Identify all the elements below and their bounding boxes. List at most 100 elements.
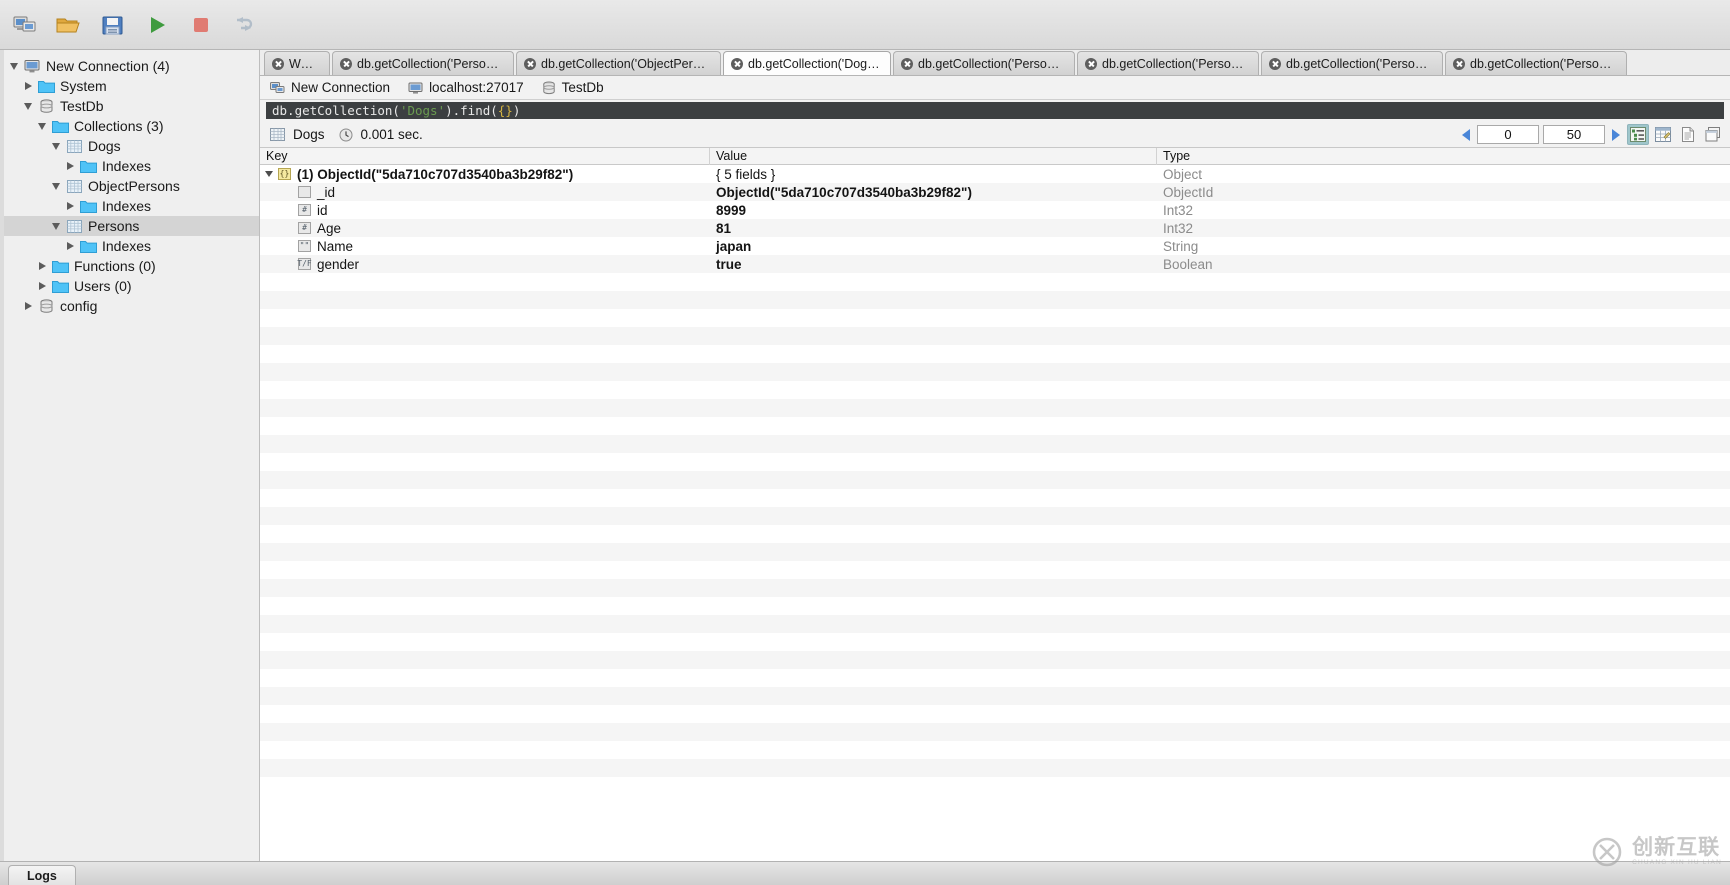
sidebar-scroll-rail[interactable] xyxy=(0,50,4,861)
chevron-right-icon[interactable] xyxy=(62,196,78,216)
chevron-down-icon[interactable] xyxy=(48,216,64,236)
grid-row[interactable]: # Age 81 Int32 xyxy=(260,219,1730,237)
execute-icon[interactable] xyxy=(140,8,174,42)
refresh-icon[interactable] xyxy=(228,8,262,42)
editor-tab[interactable]: db.getCollection('Persons').fin... xyxy=(893,51,1075,75)
editor-tab-active[interactable]: db.getCollection('Dogs').fin... xyxy=(723,51,891,75)
folder-icon xyxy=(50,256,70,276)
result-toolbar: Dogs 0.001 sec. 0 50 xyxy=(260,122,1730,148)
table-view-button[interactable] xyxy=(1652,124,1674,145)
tree-item-indexes[interactable]: Indexes xyxy=(0,196,259,216)
connection-name-item[interactable]: New Connection xyxy=(270,80,390,95)
previous-page-button[interactable] xyxy=(1458,126,1474,144)
chevron-right-icon[interactable] xyxy=(34,276,50,296)
tree-item-functions-0[interactable]: Functions (0) xyxy=(0,256,259,276)
tree-item-persons[interactable]: Persons xyxy=(0,216,259,236)
tree-item-testdb[interactable]: TestDb xyxy=(0,96,259,116)
tree-item-config[interactable]: config xyxy=(0,296,259,316)
chevron-down-icon[interactable] xyxy=(6,56,22,76)
object-type-icon: {} xyxy=(278,168,291,180)
chevron-right-icon[interactable] xyxy=(20,296,36,316)
grid-empty-row xyxy=(260,723,1730,741)
tab-close-icon[interactable] xyxy=(524,57,536,70)
editor-tab[interactable]: db.getCollection('ObjectPersons').fi... xyxy=(516,51,721,75)
limit-input[interactable]: 50 xyxy=(1543,125,1605,144)
database-item[interactable]: TestDb xyxy=(542,80,604,95)
split-view-button[interactable] xyxy=(1702,124,1724,145)
tab-close-icon[interactable] xyxy=(1453,57,1465,70)
skip-input[interactable]: 0 xyxy=(1477,125,1539,144)
column-header-type[interactable]: Type xyxy=(1157,148,1730,165)
tree-item-label: Indexes xyxy=(102,198,152,214)
tree-item-system[interactable]: System xyxy=(0,76,259,96)
editor-tab[interactable]: db.getCollection('Persons').fin... xyxy=(332,51,514,75)
tab-label: Welc... xyxy=(289,56,319,71)
chevron-right-icon[interactable] xyxy=(34,256,50,276)
chevron-right-icon[interactable] xyxy=(62,156,78,176)
watermark-pinyin: CHUANG XIN HU LIAN xyxy=(1632,859,1722,867)
database-label: TestDb xyxy=(561,80,604,95)
tab-close-icon[interactable] xyxy=(272,57,284,70)
tree-item-indexes[interactable]: Indexes xyxy=(0,236,259,256)
key-text: Name xyxy=(317,238,354,254)
editor-tab[interactable]: db.getCollection('Persons').fin... xyxy=(1445,51,1627,75)
tree-view-button[interactable] xyxy=(1627,124,1649,145)
grid-row[interactable]: # id 8999 Int32 xyxy=(260,201,1730,219)
grid-empty-row xyxy=(260,543,1730,561)
grid-row[interactable]: "" Name japan String xyxy=(260,237,1730,255)
grid-empty-row xyxy=(260,741,1730,759)
result-collection-label: Dogs xyxy=(293,127,325,142)
chevron-down-icon[interactable] xyxy=(48,136,64,156)
grid-row[interactable]: _id ObjectId("5da710c707d3540ba3b29f82") O… xyxy=(260,183,1730,201)
open-folder-icon[interactable] xyxy=(52,8,86,42)
save-icon[interactable] xyxy=(96,8,130,42)
tree-item-new-connection-4[interactable]: New Connection (4) xyxy=(0,56,259,76)
folder-icon xyxy=(79,241,97,253)
editor-tab[interactable]: db.getCollection('Persons').fin... xyxy=(1077,51,1259,75)
chevron-down-icon[interactable] xyxy=(20,96,36,116)
editor-tab[interactable]: db.getCollection('Persons').fin... xyxy=(1261,51,1443,75)
column-header-key[interactable]: Key xyxy=(260,148,710,165)
grid-cell-value: japan xyxy=(716,238,752,254)
database-icon xyxy=(36,96,56,116)
column-header-value[interactable]: Value xyxy=(710,148,1157,165)
stop-icon[interactable] xyxy=(184,8,218,42)
tab-close-icon[interactable] xyxy=(731,57,743,70)
mongo-client-window: New Connection (4) System TestDb Collection… xyxy=(0,0,1730,885)
grid-cell-value: { 5 fields } xyxy=(716,166,776,182)
tab-close-icon[interactable] xyxy=(1269,57,1281,70)
tree-item-users-0[interactable]: Users (0) xyxy=(0,276,259,296)
folder-icon xyxy=(79,161,97,173)
host-item[interactable]: localhost:27017 xyxy=(408,80,524,95)
next-page-button[interactable] xyxy=(1608,126,1624,144)
database-icon xyxy=(36,296,56,316)
text-view-button[interactable] xyxy=(1677,124,1699,145)
tree-item-objectpersons[interactable]: ObjectPersons xyxy=(0,176,259,196)
chevron-down-icon[interactable] xyxy=(34,116,50,136)
chevron-down-icon[interactable] xyxy=(48,176,64,196)
chevron-right-icon[interactable] xyxy=(62,236,78,256)
tree-item-label: Functions (0) xyxy=(74,258,156,274)
folder-icon xyxy=(78,196,98,216)
query-editor[interactable]: db.getCollection('Dogs').find({}) xyxy=(266,102,1724,119)
editor-tab[interactable]: Welc... xyxy=(264,51,330,75)
grid-empty-row xyxy=(260,417,1730,435)
tab-close-icon[interactable] xyxy=(901,57,913,70)
grid-empty-row xyxy=(260,453,1730,471)
tab-close-icon[interactable] xyxy=(340,57,352,70)
tree-container: New Connection (4) System TestDb Collection… xyxy=(0,56,259,316)
tree-item-collections-3[interactable]: Collections (3) xyxy=(0,116,259,136)
tab-close-icon[interactable] xyxy=(1085,57,1097,70)
folder-icon xyxy=(50,276,70,296)
key-text: (1) ObjectId("5da710c707d3540ba3b29f82") xyxy=(297,166,574,182)
result-info: Dogs 0.001 sec. xyxy=(270,127,423,142)
grid-row[interactable]: T/F gender true Boolean xyxy=(260,255,1730,273)
collection-table-icon xyxy=(66,179,82,193)
chevron-right-icon[interactable] xyxy=(20,76,36,96)
grid-row[interactable]: {} (1) ObjectId("5da710c707d3540ba3b29f82… xyxy=(260,165,1730,183)
row-expand-chevron-down-icon[interactable] xyxy=(260,171,278,177)
tree-item-dogs[interactable]: Dogs xyxy=(0,136,259,156)
logs-tab[interactable]: Logs xyxy=(8,865,76,885)
tree-item-indexes[interactable]: Indexes xyxy=(0,156,259,176)
connect-icon[interactable] xyxy=(8,8,42,42)
